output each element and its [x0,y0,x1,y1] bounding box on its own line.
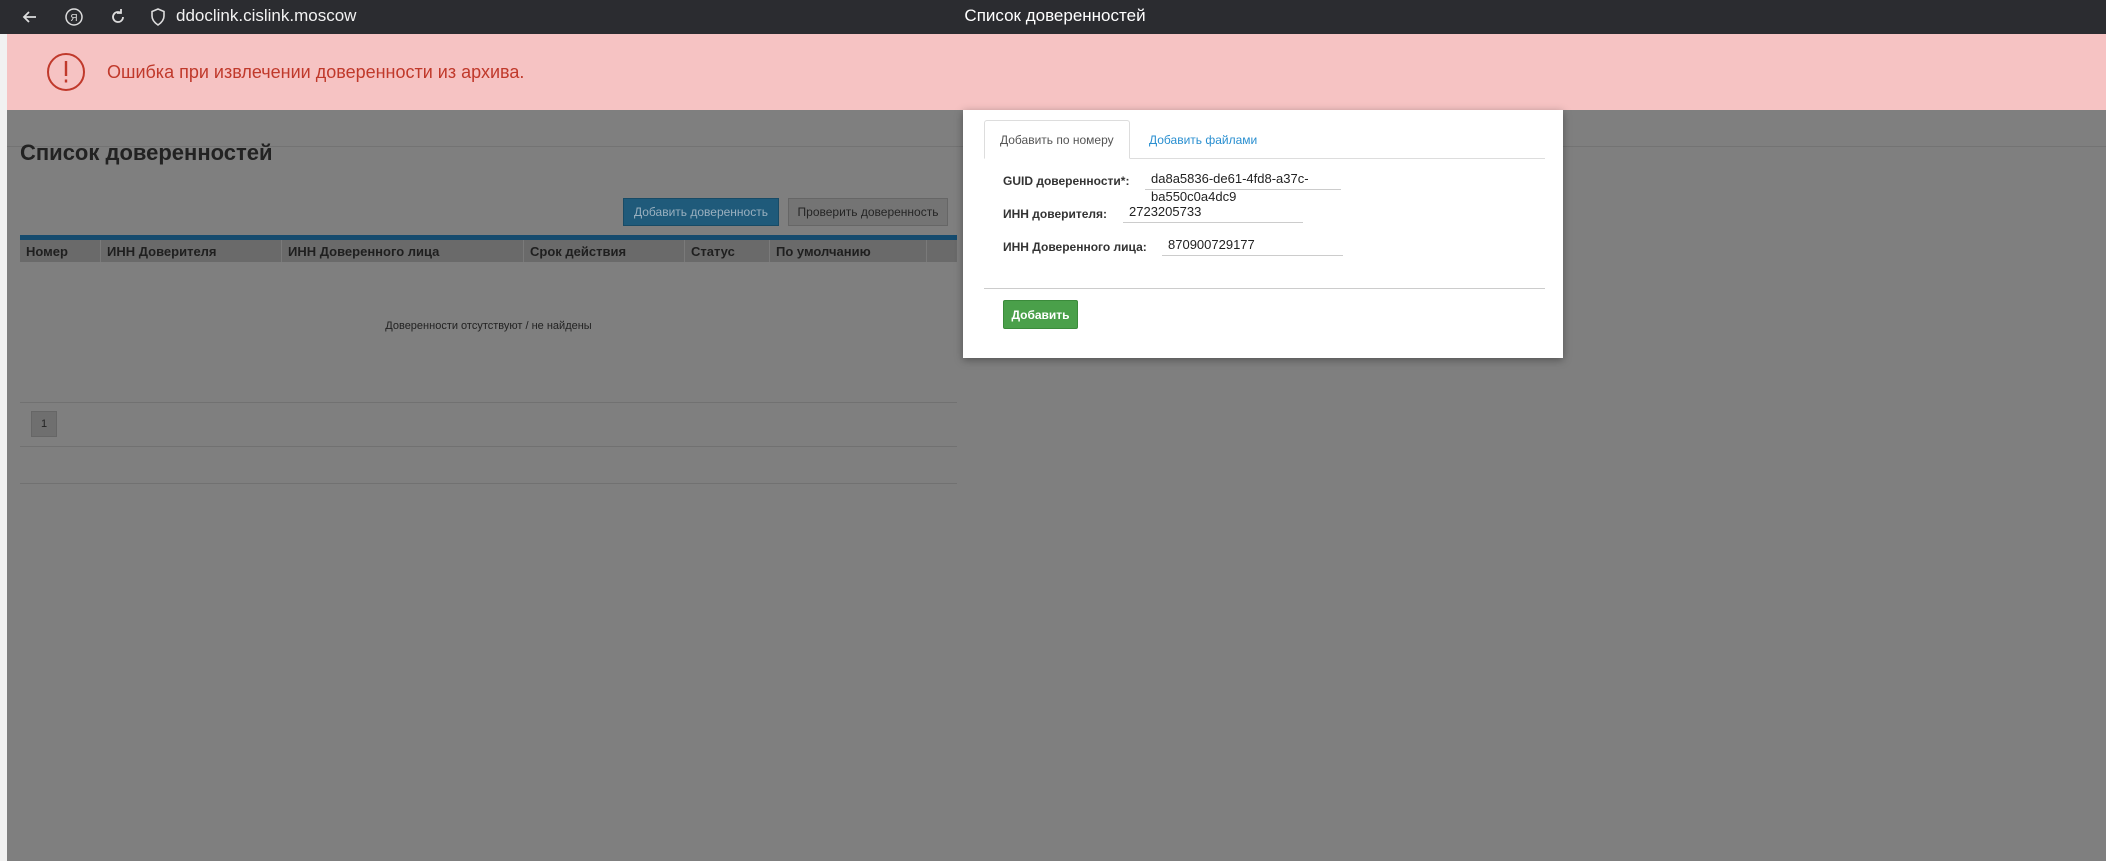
principal-inn-field[interactable]: 2723205733 [1123,203,1303,223]
column-header-validity[interactable]: Срок действия [524,240,685,262]
principal-inn-label: ИНН доверителя: [1003,207,1108,221]
footer-divider [20,483,957,484]
column-header-number[interactable]: Номер [20,240,101,262]
exclamation-circle-icon [46,52,86,92]
add-button[interactable]: Добавить [1003,300,1078,329]
add-proxy-modal: Добавить по номеру Добавить файлами GUID… [963,110,1563,358]
column-header-principal-inn[interactable]: ИНН Доверителя [101,240,282,262]
tab-add-by-files[interactable]: Добавить файлами [1134,120,1272,159]
add-proxy-button[interactable]: Добавить доверенность [623,198,779,226]
error-alert-text: Ошибка при извлечении доверенности из ар… [107,62,525,82]
table-divider [20,402,957,403]
browser-toolbar: Я ddoclink.cislink.moscow Список доверен… [0,0,2106,34]
guid-label: GUID доверенности*: [1003,174,1130,188]
guid-field[interactable]: da8a5836-de61-4fd8-a37c-ba550c0a4dc9 [1145,170,1341,204]
modal-divider [984,288,1545,289]
column-header-actions [927,240,957,262]
window-title: Список доверенностей [964,6,1146,25]
column-header-status[interactable]: Статус [685,240,770,262]
attorney-inn-field[interactable]: 870900729177 [1162,236,1343,256]
column-header-default[interactable]: По умолчанию [770,240,927,262]
pagination-page-button[interactable]: 1 [31,411,57,437]
page-title: Список доверенностей [20,140,273,165]
pagination-divider [20,446,957,447]
modal-tabs: Добавить по номеру Добавить файлами [984,120,1545,159]
check-proxy-button[interactable]: Проверить доверенность [788,198,948,226]
column-header-attorney-inn[interactable]: ИНН Доверенного лица [282,240,524,262]
left-edge [0,34,7,861]
error-alert: Ошибка при извлечении доверенности из ар… [7,34,2106,110]
tab-add-by-number[interactable]: Добавить по номеру [984,120,1130,159]
table-empty-message: Доверенности отсутствуют / не найдены [385,320,592,332]
table-header: Номер ИНН Доверителя ИНН Доверенного лиц… [20,240,957,262]
attorney-inn-label: ИНН Доверенного лица: [1003,240,1147,254]
